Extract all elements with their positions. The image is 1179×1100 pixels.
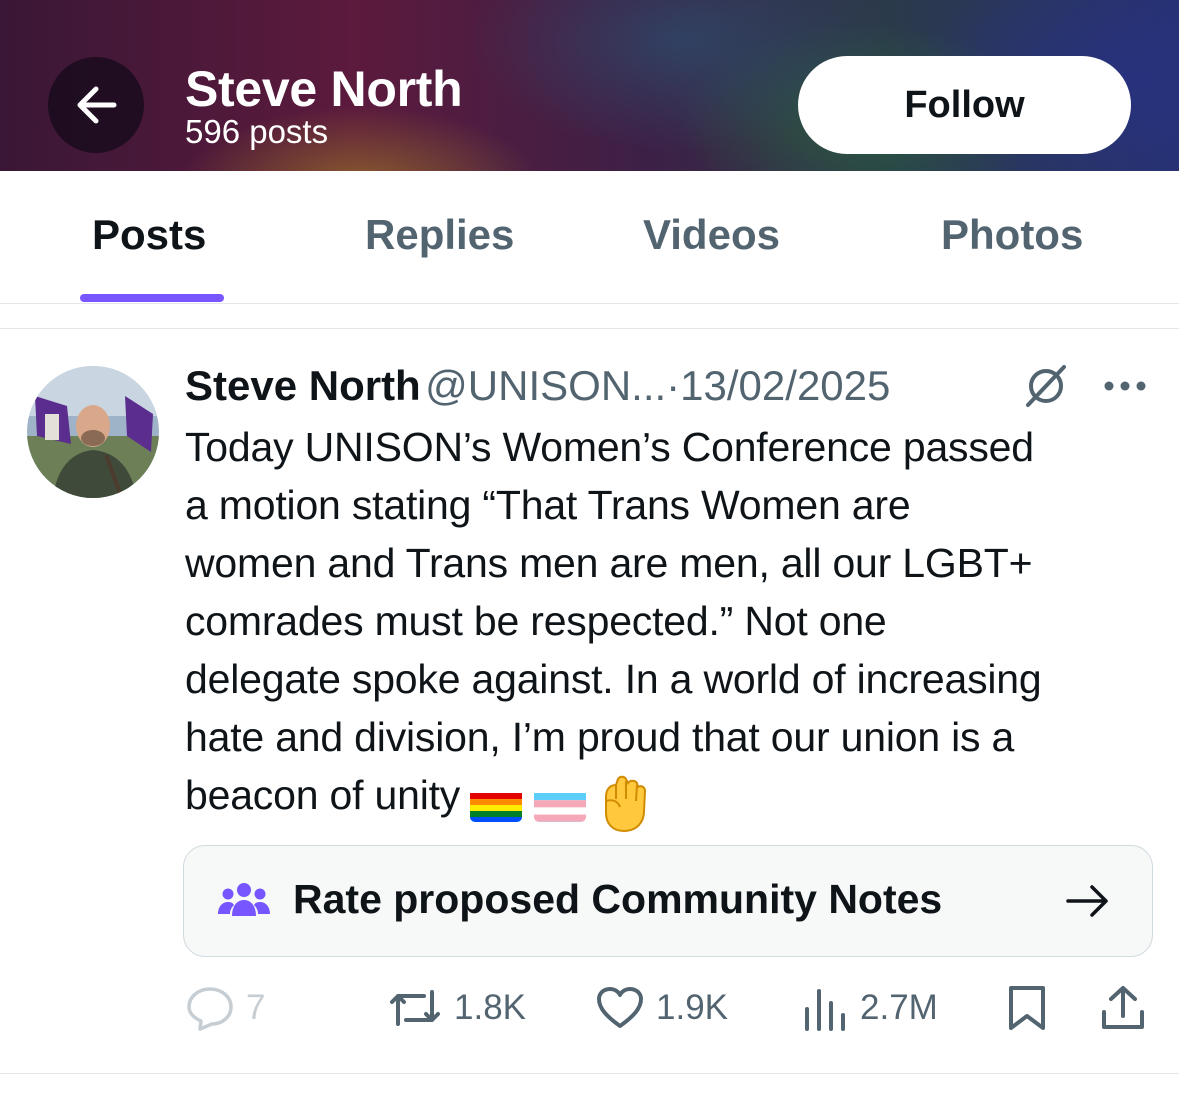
- post-text-line-last: beacon of unity: [185, 766, 1160, 833]
- post-text-line: delegate spoke against. In a world of in…: [185, 656, 1042, 702]
- reply-icon: [187, 987, 233, 1031]
- active-tab-indicator: [80, 294, 224, 302]
- post-text-line: hate and division, I’m proud that our un…: [185, 714, 1015, 760]
- grok-icon[interactable]: [1022, 362, 1070, 410]
- arrow-left-icon: [77, 86, 117, 124]
- reply-button[interactable]: 7: [186, 984, 265, 1032]
- people-icon: [218, 883, 270, 916]
- post-count: 596 posts: [185, 113, 329, 150]
- follow-button[interactable]: Follow: [798, 56, 1131, 154]
- post-date[interactable]: 13/02/2025: [680, 362, 890, 409]
- post-text-line: beacon of unity: [185, 772, 461, 818]
- divider: [0, 328, 1179, 329]
- post-header: Steve North @UNISON...·13/02/2025: [185, 362, 890, 412]
- tab-videos[interactable]: Videos: [643, 211, 780, 259]
- separator-dot: ·: [666, 362, 681, 409]
- tab-replies[interactable]: Replies: [365, 211, 514, 259]
- views-button[interactable]: 2.7M: [802, 984, 938, 1032]
- views-icon: [805, 989, 845, 1031]
- community-notes-prompt[interactable]: Rate proposed Community Notes: [183, 845, 1153, 957]
- bookmark-icon[interactable]: [1006, 984, 1048, 1032]
- like-count: 1.9K: [656, 988, 728, 1027]
- repost-icon: [390, 990, 440, 1026]
- share-icon[interactable]: [1100, 984, 1146, 1032]
- repost-button[interactable]: 1.8K: [388, 984, 526, 1032]
- tab-posts[interactable]: Posts: [92, 211, 206, 259]
- raised-fist-icon: [598, 775, 650, 833]
- views-count: 2.7M: [860, 988, 938, 1027]
- more-options-icon[interactable]: [1101, 378, 1149, 394]
- transgender-flag-icon: [534, 786, 587, 823]
- post-text-line: Today UNISON’s Women’s Conference passed: [185, 424, 1034, 470]
- repost-count: 1.8K: [454, 988, 526, 1027]
- avatar[interactable]: [27, 366, 159, 498]
- post-text-line: a motion stating “That Trans Women are: [185, 482, 911, 528]
- arrow-right-icon: [1066, 885, 1108, 917]
- community-notes-label: Rate proposed Community Notes: [293, 876, 943, 922]
- post-author[interactable]: Steve North: [185, 362, 421, 409]
- profile-tabs: Posts Replies Videos Photos: [0, 171, 1179, 304]
- post-handle[interactable]: @UNISON...: [425, 362, 666, 409]
- back-button[interactable]: [48, 57, 144, 153]
- heart-icon: [597, 987, 643, 1028]
- reply-count: 7: [246, 988, 266, 1027]
- like-button[interactable]: 1.9K: [596, 984, 728, 1032]
- profile-name: Steve North: [185, 61, 463, 117]
- profile-header: Steve North 596 posts Follow: [0, 0, 1179, 171]
- divider: [0, 1073, 1179, 1074]
- post-text-line: women and Trans men are men, all our LGB…: [185, 540, 1033, 586]
- post-text-line: comrades must be respected.” Not one: [185, 598, 887, 644]
- tab-photos[interactable]: Photos: [941, 211, 1083, 259]
- emoji-row: [470, 772, 650, 833]
- rainbow-flag-icon: [470, 786, 523, 823]
- post-text: Today UNISON’s Women’s Conference passed…: [185, 418, 1160, 833]
